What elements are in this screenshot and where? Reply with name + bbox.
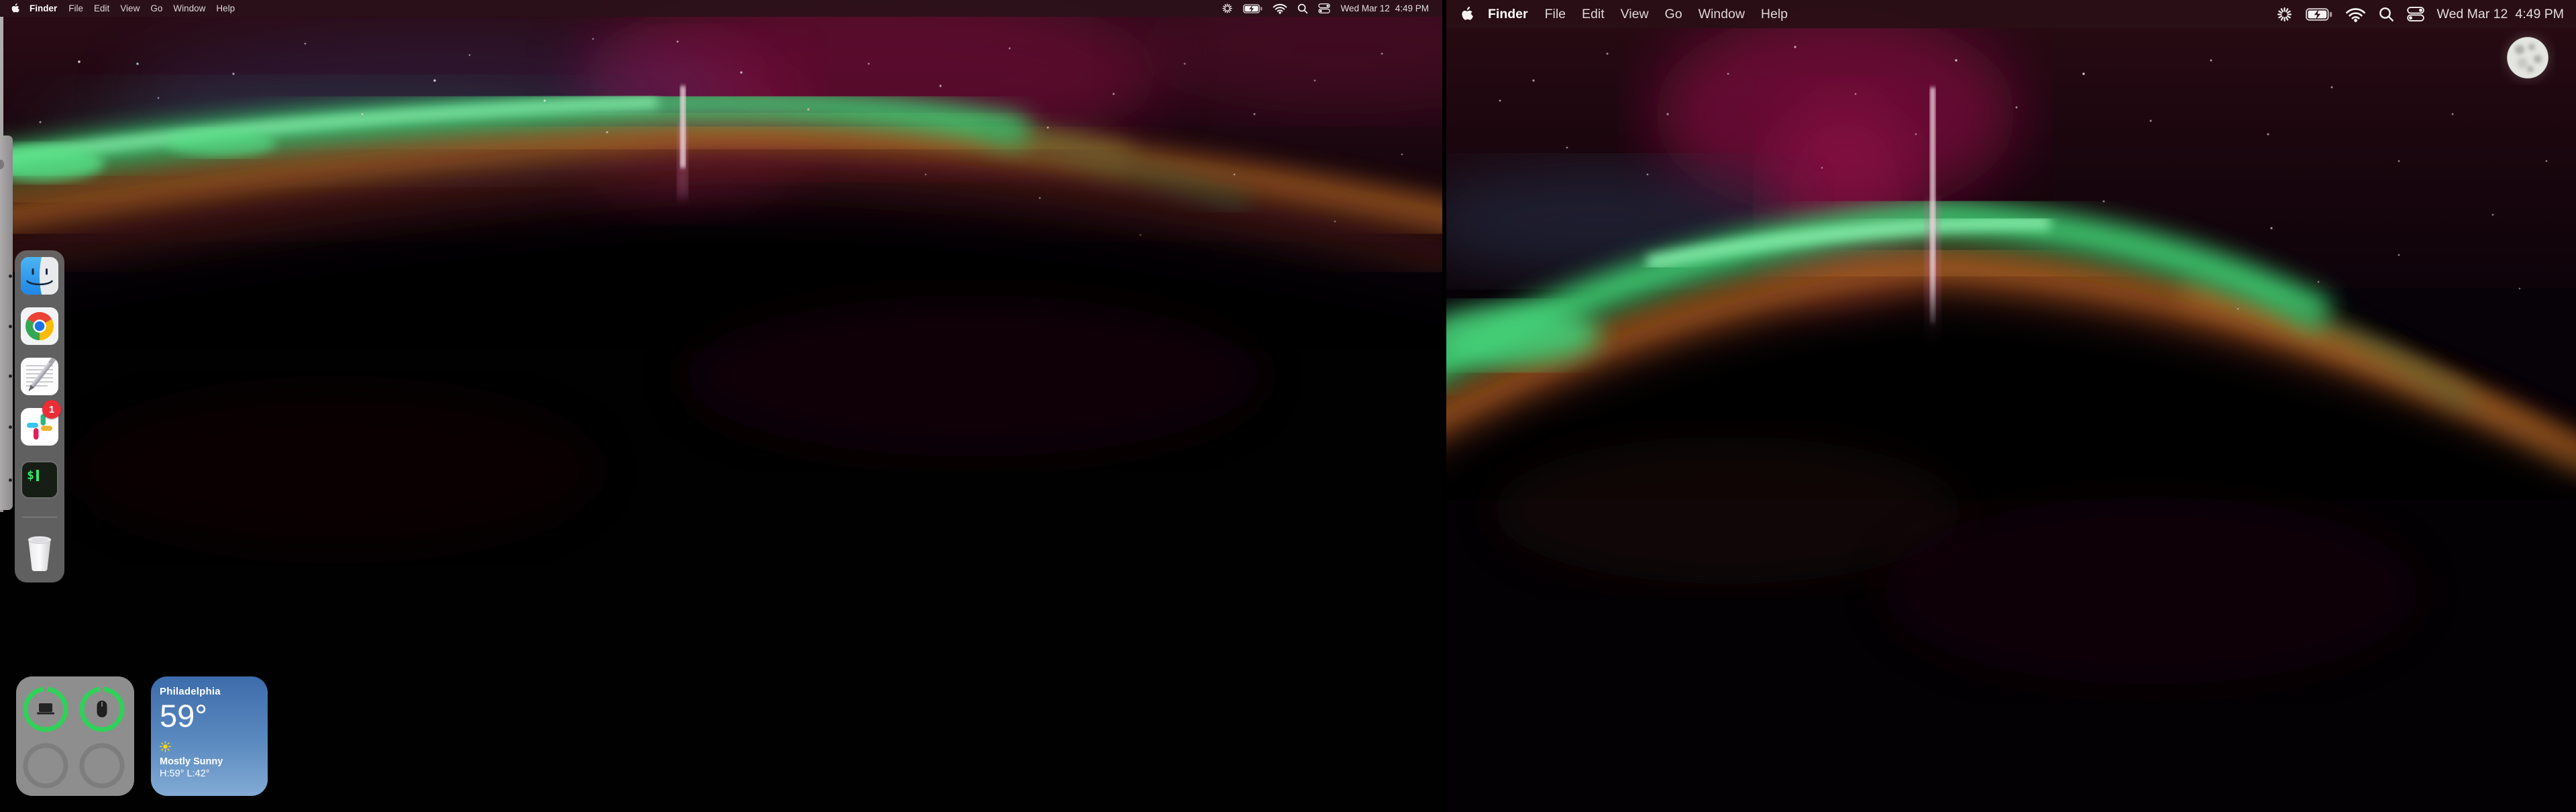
dock-item-chrome[interactable] <box>21 307 58 345</box>
menu-edit[interactable]: Edit <box>89 3 115 13</box>
apple-logo-icon <box>11 3 19 13</box>
menu-file[interactable]: File <box>1537 7 1574 22</box>
running-indicator-finder <box>9 274 12 278</box>
menu-file[interactable]: File <box>63 3 89 13</box>
apple-menu[interactable] <box>7 3 23 13</box>
clock-time: 4:49 PM <box>1395 3 1429 13</box>
running-indicator-chrome <box>9 325 12 328</box>
dock-item-finder[interactable] <box>21 257 58 295</box>
menu-help[interactable]: Help <box>1753 7 1796 22</box>
empty-battery-ring <box>82 746 122 786</box>
menu-help[interactable]: Help <box>211 3 240 13</box>
menu-bar-left: Finder File Edit View Go Window Help <box>0 0 1442 17</box>
aurora-streak <box>1930 87 1935 323</box>
dock: 1 $ <box>15 250 64 582</box>
wallpaper-aurora-right <box>1446 0 2576 812</box>
control-center-icon[interactable] <box>1318 3 1330 13</box>
menu-view[interactable]: View <box>1613 7 1657 22</box>
spotlight-search-icon[interactable] <box>2379 7 2394 22</box>
menu-bar-right-status: Wed Mar 12 4:49 PM <box>2276 6 2564 23</box>
menu-bar-left-menus: Finder File Edit View Go Window Help <box>7 3 240 13</box>
running-indicator-slack <box>9 425 12 429</box>
dock-item-trash[interactable] <box>21 531 58 573</box>
aurora-streak <box>680 86 686 168</box>
weather-temperature: 59° <box>160 699 259 732</box>
apple-logo-icon <box>1460 7 1473 21</box>
left-edge-window-sliver-wide <box>0 136 13 510</box>
spotlight-search-icon[interactable] <box>1297 3 1308 14</box>
menu-go[interactable]: Go <box>1657 7 1690 22</box>
textedit-icon <box>21 358 58 395</box>
apple-menu[interactable] <box>1454 7 1479 21</box>
active-app-menu[interactable]: Finder <box>1479 7 1537 22</box>
weather-city: Philadelphia <box>160 686 259 697</box>
screen-left: Finder File Edit View Go Window Help <box>0 0 1442 812</box>
menu-bar-right: Finder File Edit View Go Window Help <box>1446 0 2576 28</box>
moon-icon <box>2505 35 2551 81</box>
terminal-prompt: $ <box>27 470 34 482</box>
weather-condition: Mostly Sunny <box>160 756 259 767</box>
dock-item-terminal[interactable]: $ <box>21 461 58 499</box>
dock-item-slack[interactable]: 1 <box>21 408 58 446</box>
menu-window[interactable]: Window <box>1690 7 1753 22</box>
chrome-icon <box>21 307 58 345</box>
finder-icon <box>21 257 58 295</box>
terminal-cursor <box>36 470 39 481</box>
menu-bar-left-status: Wed Mar 12 4:49 PM <box>1222 3 1429 14</box>
slack-notification-badge: 1 <box>42 400 61 419</box>
dual-monitor-desktop: Finder File Edit View Go Window Help <box>0 0 2576 812</box>
menu-window[interactable]: Window <box>168 3 211 13</box>
menu-bar-clock[interactable]: Wed Mar 12 4:49 PM <box>2437 7 2564 22</box>
menu-view[interactable]: View <box>115 3 145 13</box>
wifi-icon[interactable] <box>2345 7 2366 22</box>
weather-widget[interactable]: Philadelphia 59° Mostly Sunny H:59° L:42… <box>151 676 268 796</box>
battery-charging-icon[interactable] <box>1243 4 1263 13</box>
bloom-spinner-icon[interactable] <box>2276 6 2293 23</box>
clock-time: 4:49 PM <box>2515 7 2564 22</box>
running-indicator-textedit <box>9 374 12 378</box>
weather-condition-icon <box>160 741 259 752</box>
trash-icon <box>21 531 58 573</box>
screen-right: Finder File Edit View Go Window Help <box>1446 0 2576 812</box>
wifi-icon[interactable] <box>1273 3 1287 14</box>
mouse-icon <box>97 701 107 717</box>
active-app-menu[interactable]: Finder <box>23 3 63 13</box>
battery-charging-icon[interactable] <box>2306 8 2332 21</box>
clock-date: Wed Mar 12 <box>1340 3 1389 13</box>
menu-bar-right-menus: Finder File Edit View Go Window Help <box>1454 7 1796 22</box>
control-center-icon[interactable] <box>2407 7 2424 21</box>
menu-bar-clock[interactable]: Wed Mar 12 4:49 PM <box>1340 3 1429 13</box>
menu-go[interactable]: Go <box>145 3 168 13</box>
dock-item-textedit[interactable] <box>21 358 58 395</box>
empty-battery-ring <box>25 746 66 786</box>
battery-widget[interactable] <box>16 676 134 796</box>
running-indicator-terminal <box>9 478 12 482</box>
laptop-icon <box>37 703 54 715</box>
weather-high-low: H:59° L:42° <box>160 768 259 779</box>
clock-date: Wed Mar 12 <box>2437 7 2508 22</box>
sun-icon <box>160 741 171 752</box>
bloom-spinner-icon[interactable] <box>1222 3 1233 14</box>
menu-edit[interactable]: Edit <box>1574 7 1613 22</box>
